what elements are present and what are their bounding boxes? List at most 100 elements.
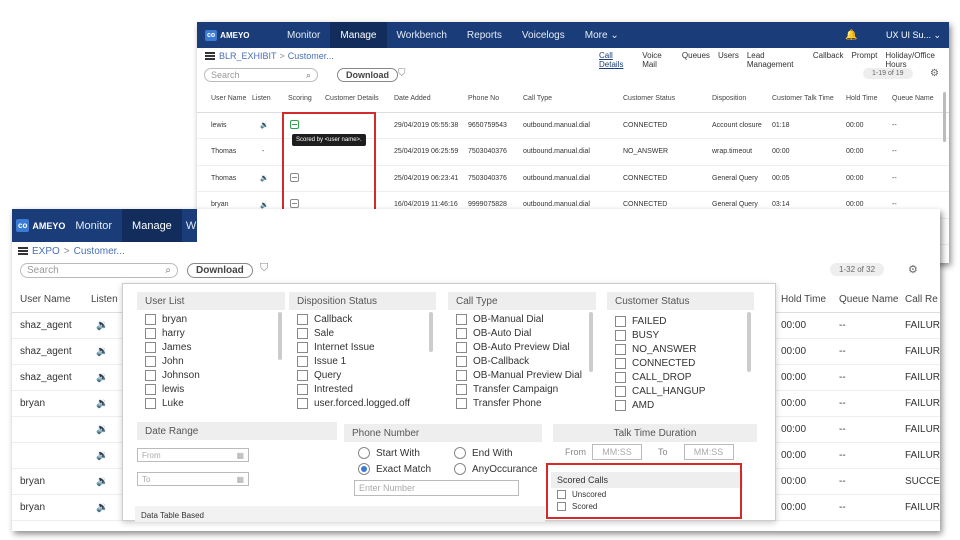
filter-icon[interactable]: ⛉ — [398, 68, 406, 79]
col-customer-talk-time[interactable]: Customer Talk Time — [772, 86, 846, 112]
checkbox[interactable] — [297, 313, 308, 325]
checkbox[interactable] — [456, 397, 467, 409]
scoring-icon[interactable] — [290, 199, 299, 209]
breadcrumb-leaf[interactable]: Customer... — [288, 51, 334, 61]
col-hold-time[interactable]: Hold Time — [846, 86, 892, 112]
nav-reports[interactable]: Reports — [457, 22, 512, 48]
col-date-added[interactable]: Date Added — [394, 86, 468, 112]
table-row[interactable]: Thomas 🔉 25/04/2019 06:23:41 7503040376 outb… — [197, 165, 949, 192]
checkbox[interactable] — [145, 355, 156, 367]
gear-icon[interactable]: ⚙ — [908, 263, 918, 276]
speaker-icon[interactable]: 🔉 — [252, 175, 269, 182]
checkbox[interactable] — [297, 341, 308, 353]
user-list-scrollbar[interactable] — [278, 312, 282, 360]
filter-option[interactable]: FAILED — [607, 314, 754, 328]
nav-workbench[interactable]: Workbench — [387, 22, 457, 48]
filter-option[interactable]: CALL_HANGUP — [607, 384, 754, 398]
checkbox[interactable] — [297, 327, 308, 339]
download-button[interactable]: Download — [337, 68, 398, 82]
filter-option[interactable]: Callback — [289, 312, 436, 326]
customer-status-scrollbar[interactable] — [747, 312, 751, 372]
filter-option[interactable]: CALL_DROP — [607, 370, 754, 384]
filter-option[interactable]: OB-Callback — [448, 354, 596, 368]
checkbox[interactable] — [615, 315, 626, 327]
filter-option[interactable]: AMD — [607, 398, 754, 412]
checkbox[interactable] — [456, 369, 467, 381]
bell-icon[interactable]: 🔔 — [845, 30, 857, 41]
filter-option[interactable]: Luke — [137, 396, 285, 410]
breadcrumb-root[interactable]: BLR_EXHIBIT — [219, 51, 277, 61]
menu-icon[interactable] — [205, 52, 215, 60]
col-user-name[interactable]: User Name — [20, 294, 71, 305]
filter-option[interactable]: Johnson — [137, 368, 285, 382]
filter-option[interactable]: BUSY — [607, 328, 754, 342]
filter-option[interactable]: OB-Manual Dial — [448, 312, 596, 326]
call-type-scrollbar[interactable] — [589, 312, 593, 372]
checkbox[interactable] — [615, 399, 626, 411]
menu-icon[interactable] — [18, 247, 28, 255]
checkbox[interactable] — [615, 371, 626, 383]
breadcrumb-leaf[interactable]: Customer... — [74, 246, 125, 257]
nav-voicelogs[interactable]: Voicelogs — [512, 22, 575, 48]
col-phone-no[interactable]: Phone No — [468, 86, 523, 112]
checkbox[interactable] — [456, 383, 467, 395]
filter-option[interactable]: Internet Issue — [289, 340, 436, 354]
checkbox[interactable] — [456, 327, 467, 339]
opt-any-occurance[interactable]: AnyOccurance — [454, 462, 538, 476]
speaker-icon[interactable]: 🔉 — [96, 320, 108, 331]
nav-monitor[interactable]: Monitor — [65, 209, 122, 242]
talk-to-input[interactable]: MM:SS — [683, 444, 734, 460]
col-disposition[interactable]: Disposition — [712, 86, 772, 112]
checkbox[interactable] — [297, 369, 308, 381]
app-logo[interactable]: co AMEYO — [16, 219, 65, 232]
checkbox[interactable] — [615, 343, 626, 355]
radio-start-with[interactable] — [358, 447, 370, 459]
speaker-icon[interactable]: 🔉 — [96, 424, 108, 435]
opt-exact-match[interactable]: Exact Match — [358, 462, 431, 476]
checkbox[interactable] — [145, 313, 156, 325]
speaker-icon[interactable]: 🔉 — [96, 502, 108, 513]
filter-icon[interactable]: ⛉ — [260, 262, 268, 275]
checkbox[interactable] — [456, 355, 467, 367]
col-customer-status[interactable]: Customer Status — [623, 86, 712, 112]
search-input[interactable]: Search ⌕ — [204, 68, 318, 82]
opt-end-with[interactable]: End With — [454, 446, 513, 460]
nav-workbench[interactable]: W — [182, 209, 200, 242]
opt-start-with[interactable]: Start With — [358, 446, 420, 460]
checkbox[interactable] — [145, 397, 156, 409]
col-call-type[interactable]: Call Type — [523, 86, 623, 112]
speaker-icon[interactable]: 🔉 — [252, 122, 269, 129]
speaker-icon[interactable]: 🔉 — [96, 476, 108, 487]
filter-option[interactable]: OB-Auto Dial — [448, 326, 596, 340]
nav-manage[interactable]: Manage — [330, 22, 387, 48]
col-call-result[interactable]: Call Re — [905, 294, 938, 305]
talk-from-input[interactable]: MM:SS — [592, 444, 642, 460]
disposition-scrollbar[interactable] — [429, 312, 433, 352]
nav-monitor[interactable]: Monitor — [277, 22, 330, 48]
checkbox[interactable] — [297, 397, 308, 409]
user-menu[interactable]: UX UI Su... ⌄ — [886, 30, 941, 41]
date-to-field[interactable]: To ▦ — [137, 472, 249, 486]
date-from-field[interactable]: From ▦ — [137, 448, 249, 462]
scored-opt-scored[interactable]: Scored — [551, 500, 743, 512]
checkbox[interactable] — [297, 383, 308, 395]
breadcrumb-root[interactable]: EXPO — [32, 246, 60, 257]
filter-option[interactable]: Transfer Phone — [448, 396, 596, 410]
speaker-icon[interactable]: 🔉 — [96, 346, 108, 357]
speaker-icon[interactable]: 🔉 — [96, 372, 108, 383]
checkbox-scored[interactable] — [557, 501, 566, 511]
filter-option[interactable]: NO_ANSWER — [607, 342, 754, 356]
speaker-icon[interactable]: 🔉 — [96, 398, 108, 409]
checkbox[interactable] — [145, 327, 156, 339]
filter-option[interactable]: CONNECTED — [607, 356, 754, 370]
filter-option[interactable]: Query — [289, 368, 436, 382]
checkbox[interactable] — [145, 341, 156, 353]
speaker-icon[interactable]: 🔉 — [96, 450, 108, 461]
checkbox[interactable] — [615, 329, 626, 341]
checkbox[interactable] — [145, 369, 156, 381]
col-customer-details[interactable]: Customer Details — [325, 86, 394, 112]
nav-more[interactable]: More ⌄ — [575, 22, 629, 48]
radio-any-occurance[interactable] — [454, 463, 466, 475]
col-listen[interactable]: Listen — [252, 86, 288, 112]
checkbox[interactable] — [615, 385, 626, 397]
